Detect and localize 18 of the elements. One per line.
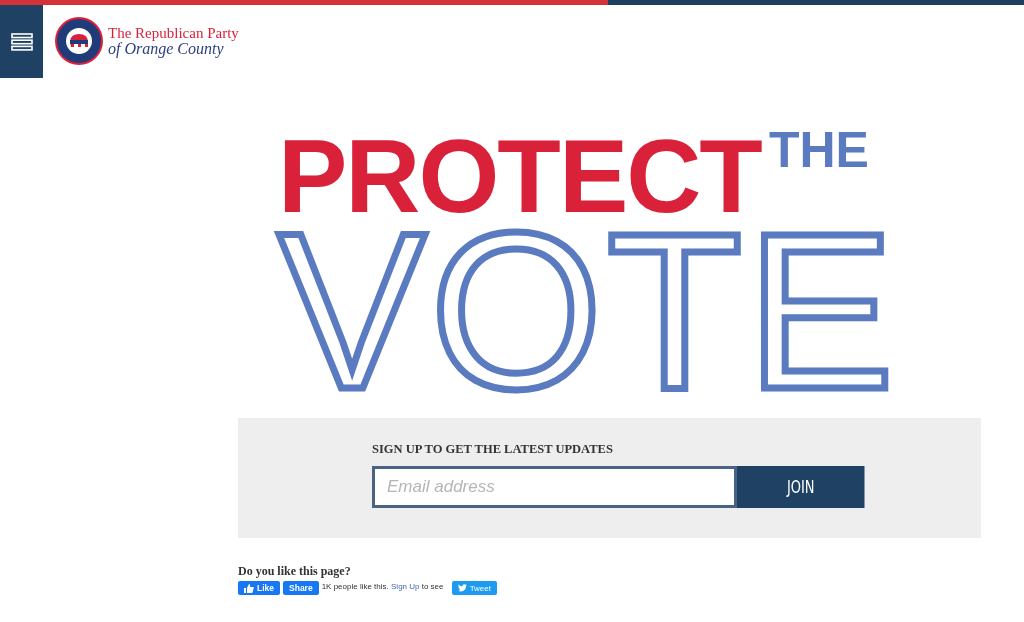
bird-icon: [457, 584, 467, 592]
seal-drawing: [54, 16, 104, 66]
tweet-button[interactable]: Tweet: [451, 581, 497, 595]
join-button[interactable]: JOIN: [737, 466, 865, 508]
like-question: Do you like this page?: [238, 564, 352, 579]
hero-heading: THE: [768, 130, 869, 170]
signup-heading: SIGN UP TO GET THE LATEST UPDATES: [372, 442, 614, 457]
like-button[interactable]: Like: [238, 581, 280, 595]
thumbs-up-icon: [244, 583, 254, 593]
sign-up-link[interactable]: Sign Up: [391, 582, 420, 591]
menu-button[interactable]: [0, 5, 43, 78]
logo-subtitle: of Orange County: [108, 41, 224, 57]
email-field[interactable]: Email address: [372, 466, 737, 508]
share-button[interactable]: Share: [283, 581, 319, 595]
menu-icon: [10, 32, 33, 51]
logo-title: The Republican Party: [108, 25, 239, 41]
like-count-text: 1K people like this. Sign Up to see: [321, 581, 445, 592]
hero-heading: PROTECT: [278, 136, 761, 216]
